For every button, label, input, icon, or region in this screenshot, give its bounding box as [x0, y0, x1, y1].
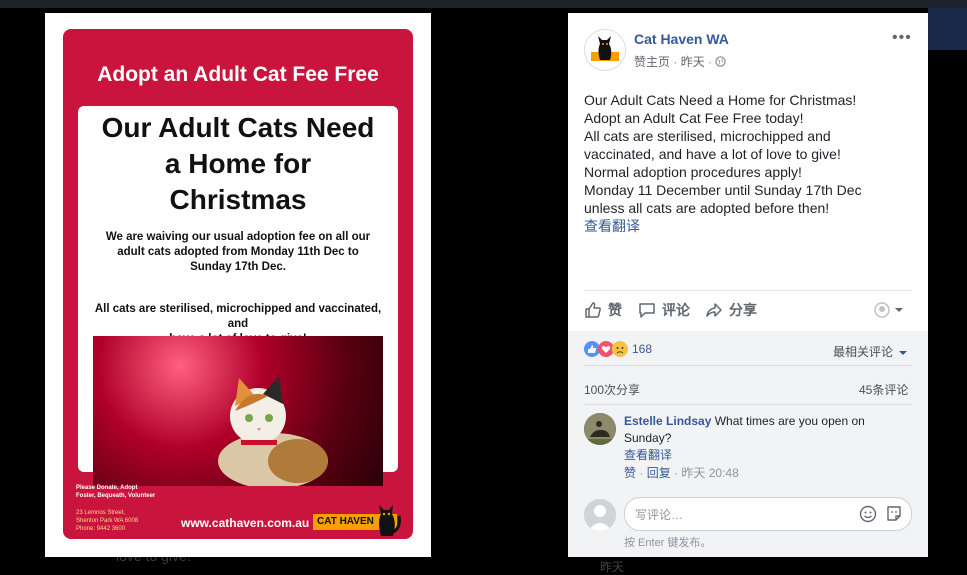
like-page-link[interactable]: 赞主页 [634, 55, 670, 69]
reaction-count[interactable]: 168 [632, 342, 652, 356]
profile-placeholder-icon [874, 302, 890, 318]
post-text-line: unless all cats are adopted before then! [584, 200, 830, 216]
separator: · [639, 466, 644, 480]
adoption-poster-image: Adopt an Adult Cat Fee Free Our Adult Ca… [63, 29, 413, 539]
globe-icon[interactable] [715, 56, 727, 67]
current-user-avatar [584, 499, 616, 531]
see-translation-link[interactable]: 查看翻译 [584, 217, 914, 235]
meta-separator: · [673, 55, 678, 69]
comment-see-translation[interactable]: 查看翻译 [624, 447, 914, 464]
poster-banner: Adopt an Adult Cat Fee Free [97, 63, 379, 86]
post-text-line: Monday 11 December until Sunday 17th Dec [584, 182, 862, 198]
divider [584, 365, 912, 366]
meta-separator: · [708, 55, 713, 69]
poster-url: www.cathaven.com.au [181, 516, 310, 530]
more-options-button[interactable]: ••• [892, 29, 912, 47]
reaction-summary[interactable]: 168 [584, 341, 652, 357]
page-name-link[interactable]: Cat Haven WA [634, 31, 729, 47]
composer-icons [859, 505, 903, 523]
comment-input[interactable]: 写评论… [624, 497, 912, 531]
comment-count[interactable]: 45条评论 [859, 381, 908, 398]
top-dark-strip [0, 0, 967, 8]
poster-headline-line: Our Adult Cats Need [101, 112, 375, 143]
post-text-line: Our Adult Cats Need a Home for Christmas… [584, 92, 857, 108]
poster-body-line: adult cats adopted from Monday 11th Dec … [117, 246, 359, 258]
post-actions: 赞 评论 分享 [584, 300, 912, 324]
background-navbar-fragment [928, 8, 967, 50]
poster-headline-line: a Home for [164, 148, 312, 179]
comment-timestamp[interactable]: 昨天 20:48 [681, 466, 738, 480]
thumbs-up-icon [585, 302, 601, 318]
photo-viewer[interactable]: Adopt an Adult Cat Fee Free Our Adult Ca… [45, 13, 431, 557]
post-timestamp[interactable]: 昨天 [681, 55, 705, 69]
post-text-line: Normal adoption procedures apply! [584, 164, 802, 180]
default-avatar-icon [584, 499, 616, 531]
logo-text: CAT HAVEN [317, 516, 374, 527]
emoji-icon[interactable] [859, 505, 877, 523]
post-text-line: All cats are sterilised, microchipped an… [584, 128, 831, 144]
page-avatar[interactable] [584, 29, 626, 71]
comment-like-link[interactable]: 赞 [624, 466, 636, 480]
poster-body-line: All cats are sterilised, microchipped an… [94, 303, 382, 330]
poster-address-line: Phone: 9442 3600 [76, 526, 126, 532]
poster-address: 23 Lemnos Street, Shenton Park WA 6008 P… [76, 509, 138, 533]
sort-label: 最相关评论 [833, 345, 894, 359]
poster-body-line: Sunday 17th Dec. [190, 261, 286, 273]
post-meta: 赞主页 · 昨天 · [634, 53, 727, 70]
separator: · [674, 466, 679, 480]
poster-address-line: Shenton Park WA 6008 [76, 518, 139, 524]
post-as-selector[interactable] [874, 302, 904, 318]
poster-body-line: We are waiving our usual adoption fee on… [105, 231, 371, 243]
comment-button[interactable]: 评论 [638, 300, 690, 320]
caret-down-icon [899, 351, 908, 355]
comment-reply-link[interactable]: 回复 [647, 466, 671, 480]
post-text: Our Adult Cats Need a Home for Christmas… [584, 91, 914, 235]
post-text-line: vaccinated, and have a lot of love to gi… [584, 146, 841, 162]
background-text-right: 昨天 [600, 560, 625, 574]
poster-footer-line: Foster, Bequeath, Volunteer [76, 493, 156, 499]
feedback-section: 168 最相关评论 100次分享 45条评论 Estelle Lindsay W… [568, 331, 928, 557]
post-panel: Cat Haven WA 赞主页 · 昨天 · ••• Our Adult Ca… [568, 13, 928, 557]
share-button[interactable]: 分享 [705, 300, 757, 320]
cat-haven-avatar-icon [591, 36, 619, 61]
comment-author-link[interactable]: Estelle Lindsay [624, 414, 711, 428]
sad-reaction-icon [612, 341, 628, 357]
commenter-avatar[interactable] [584, 413, 616, 445]
poster-footer-text: Please Donate, Adopt Foster, Bequeath, V… [76, 484, 155, 500]
poster-address-line: 23 Lemnos Street, [76, 510, 126, 516]
like-button[interactable]: 赞 [584, 300, 622, 320]
cat-haven-logo: CAT HAVEN [313, 502, 405, 536]
caret-down-icon [895, 308, 903, 312]
cat-illustration [218, 376, 328, 486]
share-arrow-icon [706, 303, 722, 317]
black-cat-icon [379, 505, 401, 536]
share-label: 分享 [729, 302, 757, 318]
post-text-line: Adopt an Adult Cat Fee Free today! [584, 110, 804, 126]
composer-hint: 按 Enter 键发布。 [624, 537, 712, 549]
poster-headline: Our Adult Cats Need a Home for Christmas [78, 110, 398, 218]
poster-headline-line: Christmas [169, 184, 307, 215]
sticker-icon[interactable] [885, 505, 903, 523]
horse-rider-photo [584, 413, 616, 445]
comment-body: Estelle Lindsay What times are you open … [624, 413, 914, 482]
comment-sort-dropdown[interactable]: 最相关评论 [833, 343, 908, 360]
poster-fee-text: We are waiving our usual adoption fee on… [88, 230, 388, 275]
poster-card: Our Adult Cats Need a Home for Christmas… [78, 106, 398, 486]
poster-footer-line: Please Donate, Adopt [76, 485, 138, 491]
comment-label: 评论 [662, 302, 690, 318]
comment-input-placeholder: 写评论… [635, 508, 684, 522]
share-count[interactable]: 100次分享 [584, 381, 640, 398]
comment-actions: 赞 · 回复 · 昨天 20:48 [624, 465, 914, 482]
like-label: 赞 [608, 302, 622, 318]
divider [584, 404, 912, 405]
cat-photo [93, 336, 383, 486]
divider [584, 290, 912, 291]
comment-icon [639, 303, 655, 318]
